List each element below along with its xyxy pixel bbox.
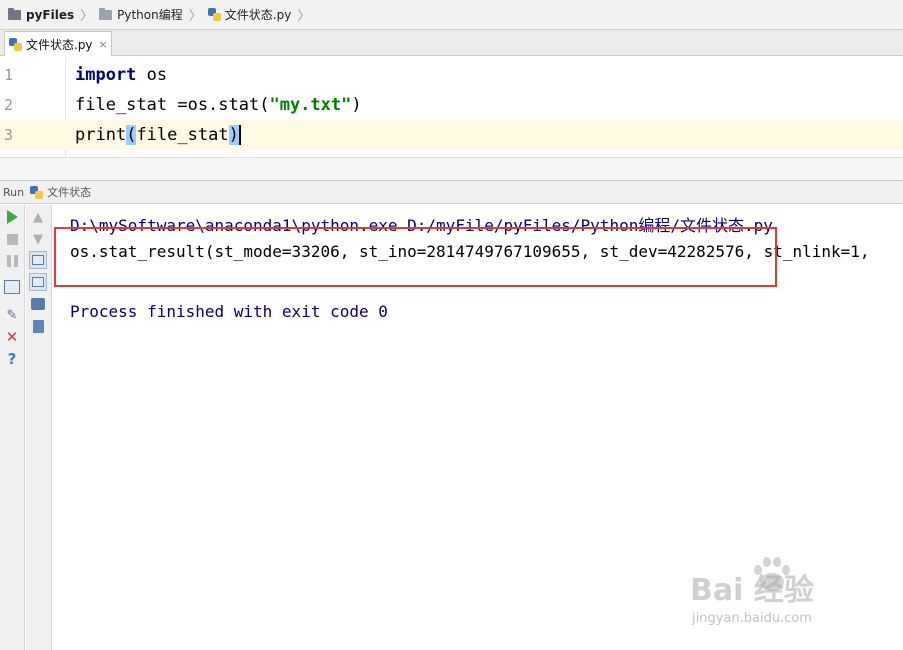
layout-icon bbox=[4, 280, 20, 294]
chevron-right-icon: 〉 bbox=[80, 9, 94, 24]
chevron-right-icon: 〉 bbox=[297, 9, 311, 24]
editor-tab-strip: 文件状态.py × bbox=[0, 30, 903, 56]
soft-wrap-button[interactable] bbox=[29, 251, 47, 269]
code-token: file_stat =os.stat( bbox=[75, 95, 270, 115]
help-button[interactable]: ? bbox=[3, 350, 21, 368]
wrap-icon bbox=[32, 255, 44, 265]
close-run-button[interactable]: ✕ bbox=[3, 328, 21, 346]
code-line[interactable]: 1 import os bbox=[0, 60, 903, 90]
console-exit-message: Process finished with exit code 0 bbox=[70, 302, 388, 321]
close-icon: ✕ bbox=[5, 328, 19, 346]
breadcrumb: pyFiles 〉 Python编程 〉 文件状态.py 〉 bbox=[0, 0, 903, 30]
code-line-current[interactable]: 3 print(file_stat) bbox=[0, 120, 903, 150]
trash-icon bbox=[32, 319, 44, 333]
pause-icon bbox=[6, 255, 18, 267]
tab-label: 文件状态.py bbox=[26, 37, 93, 52]
line-number: 2 bbox=[4, 96, 14, 114]
breadcrumb-item-pyfiles[interactable]: pyFiles 〉 bbox=[8, 0, 99, 30]
code-editor[interactable]: 1 import os 2 file_stat =os.stat("my.txt… bbox=[0, 57, 903, 157]
code-line[interactable]: 2 file_stat =os.stat("my.txt") bbox=[0, 90, 903, 120]
python-file-icon bbox=[30, 185, 44, 199]
breadcrumb-item-file[interactable]: 文件状态.py 〉 bbox=[207, 0, 317, 30]
close-tab-icon[interactable]: × bbox=[99, 38, 108, 51]
up-stack-button[interactable]: ▲ bbox=[29, 208, 47, 226]
pause-button[interactable] bbox=[3, 252, 21, 270]
pin-icon: ✎ bbox=[6, 307, 18, 323]
highlight-annotation-box bbox=[54, 227, 777, 287]
code-text: print(file_stat) bbox=[66, 125, 241, 145]
line-number: 1 bbox=[4, 66, 14, 84]
down-stack-button[interactable]: ▼ bbox=[29, 230, 47, 248]
clear-all-button[interactable] bbox=[29, 317, 47, 335]
stop-button[interactable] bbox=[3, 230, 21, 248]
rerun-button[interactable] bbox=[3, 208, 21, 226]
run-config-name[interactable]: 文件状态 bbox=[47, 184, 91, 200]
bracket-match: ( bbox=[126, 125, 137, 145]
python-file-icon bbox=[207, 8, 221, 21]
line-number: 3 bbox=[4, 126, 14, 144]
bracket-match: ) bbox=[228, 125, 239, 145]
scroll-to-end-button[interactable] bbox=[29, 273, 47, 291]
scroll-end-icon bbox=[32, 277, 44, 287]
code-token: ) bbox=[351, 95, 362, 115]
python-file-icon bbox=[9, 37, 22, 51]
run-toolbar-left: ✎ ✕ ? bbox=[0, 205, 25, 650]
function-token: print bbox=[75, 125, 127, 145]
baidu-jingyan-watermark: Bai 经验 jingyan.baidu.com bbox=[690, 555, 895, 635]
folder-icon bbox=[99, 7, 113, 20]
folder-icon bbox=[8, 7, 21, 20]
tab-file[interactable]: 文件状态.py × bbox=[4, 31, 112, 56]
string-token: "my.txt" bbox=[269, 95, 352, 115]
text-caret bbox=[238, 125, 241, 145]
help-icon: ? bbox=[7, 350, 17, 368]
restore-layout-button[interactable] bbox=[3, 278, 21, 296]
stop-icon bbox=[6, 233, 18, 245]
breadcrumb-item-python[interactable]: Python编程 〉 bbox=[99, 0, 208, 30]
code-text: import os bbox=[66, 65, 167, 85]
code-token: os bbox=[136, 65, 168, 85]
arrow-down-icon: ▼ bbox=[33, 231, 43, 247]
arrow-up-icon: ▲ bbox=[33, 209, 43, 225]
keyword-token: import bbox=[75, 65, 137, 85]
print-icon bbox=[31, 298, 45, 310]
run-toolbar-right: ▲ ▼ bbox=[26, 205, 52, 650]
print-button[interactable] bbox=[29, 295, 47, 313]
watermark-url: jingyan.baidu.com bbox=[692, 611, 812, 626]
chevron-right-icon: 〉 bbox=[188, 9, 202, 24]
editor-bottom-area bbox=[0, 157, 903, 181]
paw-icon bbox=[752, 555, 792, 595]
code-text: file_stat =os.stat("my.txt") bbox=[66, 95, 362, 115]
pin-tab-button[interactable]: ✎ bbox=[3, 306, 21, 324]
run-panel-header: Run 文件状态 bbox=[0, 181, 903, 204]
play-icon bbox=[6, 210, 18, 224]
code-token: file_stat bbox=[136, 125, 229, 145]
run-label: Run bbox=[3, 185, 25, 199]
